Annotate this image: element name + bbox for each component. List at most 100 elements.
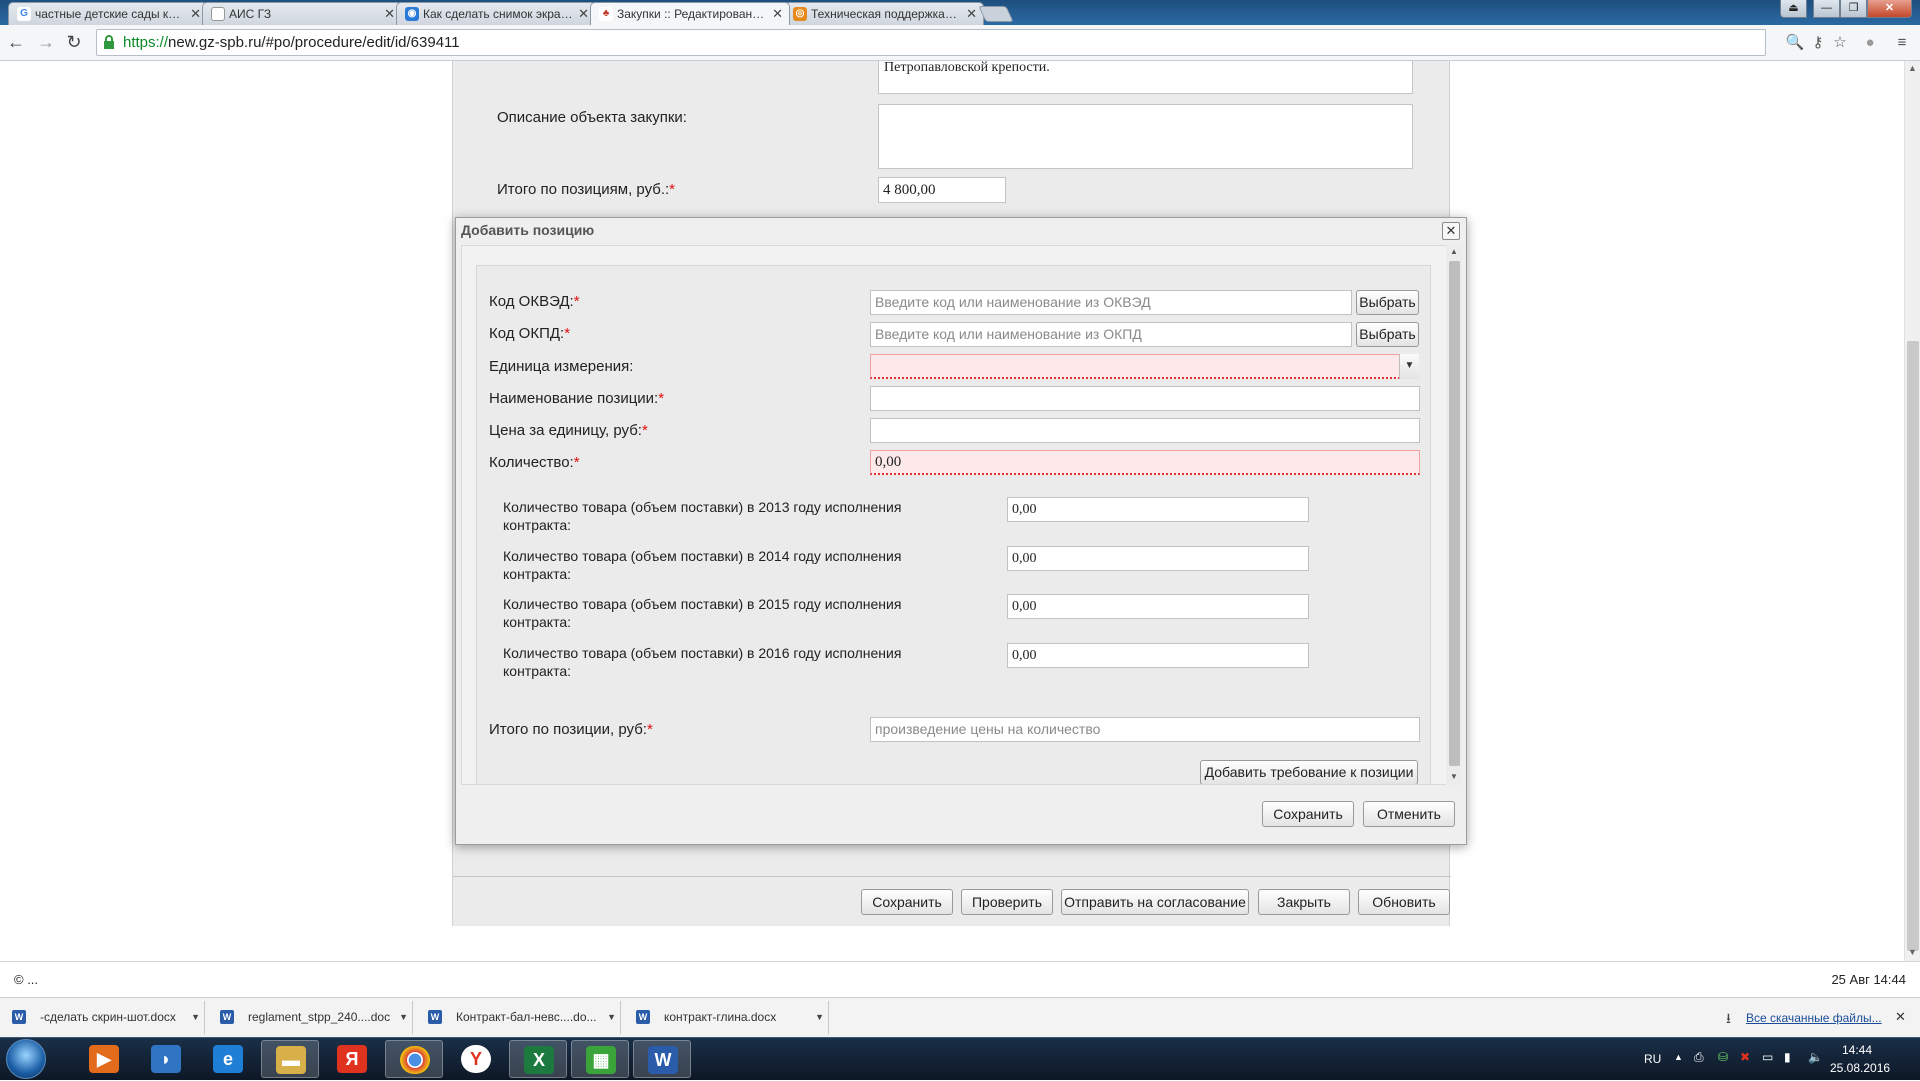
tab-tech-support[interactable]: ◎ Техническая поддержка… ✕ xyxy=(784,2,984,25)
forward-icon[interactable]: → xyxy=(34,31,58,55)
yandex-browser-icon: Y xyxy=(461,1045,491,1073)
chevron-down-icon[interactable]: ▼ xyxy=(399,1001,408,1034)
description-textarea[interactable] xyxy=(878,104,1413,169)
unit-select[interactable] xyxy=(870,354,1400,379)
chevron-down-icon[interactable]: ▼ xyxy=(1399,354,1419,379)
yearly-qty-2014-input[interactable]: 0,00 xyxy=(1007,546,1309,571)
profile-icon[interactable]: ⏏ xyxy=(1780,0,1807,18)
send-for-approval-button[interactable]: Отправить на согласование xyxy=(1061,889,1249,915)
refresh-button[interactable]: Обновить xyxy=(1358,889,1450,915)
download-item[interactable]: W -сделать скрин-шот.docx ▼ xyxy=(0,1001,205,1034)
play-icon: ▶ xyxy=(89,1045,119,1073)
battery-icon[interactable]: ▮ xyxy=(1784,1050,1791,1064)
yearly-qty-2015-input[interactable]: 0,00 xyxy=(1007,594,1309,619)
page-icon xyxy=(211,7,225,21)
position-name-input[interactable] xyxy=(870,386,1420,411)
scroll-down-icon[interactable]: ▼ xyxy=(1908,947,1917,957)
scroll-down-icon[interactable]: ▼ xyxy=(1450,772,1458,781)
menu-icon[interactable]: ≡ xyxy=(1892,34,1912,54)
download-item[interactable]: W Контракт-бал-невс....do... ▼ xyxy=(416,1001,621,1034)
scroll-up-icon[interactable]: ▲ xyxy=(1908,63,1917,73)
tab-screenshot-howto[interactable]: ◉ Как сделать снимок экра… ✕ xyxy=(396,2,596,25)
back-icon[interactable]: ← xyxy=(4,31,28,55)
dialog-scrollbar[interactable]: ▲ ▼ xyxy=(1446,245,1462,785)
save-button[interactable]: Сохранить xyxy=(861,889,953,915)
subject-textarea[interactable]: Петропавловской крепости. xyxy=(878,61,1413,94)
minimize-button[interactable]: — xyxy=(1813,0,1840,18)
volume-icon[interactable]: 🔈 xyxy=(1808,1050,1823,1064)
clock-date[interactable]: 25.08.2016 xyxy=(1830,1061,1890,1075)
chrome-icon xyxy=(400,1046,430,1074)
close-tab-icon[interactable]: ✕ xyxy=(384,6,395,22)
download-item[interactable]: Wконтракт-глина.docx ▼ xyxy=(624,1001,829,1034)
printer-icon[interactable]: ⎙ xyxy=(1694,1050,1704,1065)
close-icon[interactable]: ✕ xyxy=(1895,1009,1906,1025)
okved-input[interactable]: Введите код или наименование из ОКВЭД xyxy=(870,290,1352,315)
yandex-browser-app[interactable]: Y xyxy=(447,1040,505,1078)
chevron-down-icon[interactable]: ▼ xyxy=(191,1001,200,1034)
yandex-app[interactable]: Я xyxy=(323,1040,381,1078)
key-icon[interactable]: ⚷ xyxy=(1808,34,1828,54)
close-tab-icon[interactable]: ✕ xyxy=(578,6,589,22)
page-scrollbar[interactable]: ▲ ▼ xyxy=(1904,61,1920,961)
tab-ais-gz[interactable]: АИС ГЗ ✕ xyxy=(202,2,402,25)
antivirus-icon[interactable]: ✖ xyxy=(1740,1050,1750,1064)
tab-google-search[interactable]: G частные детские сады к… ✕ xyxy=(8,2,208,25)
close-tab-icon[interactable]: ✕ xyxy=(966,6,977,22)
unit-price-input[interactable] xyxy=(870,418,1420,443)
green-app[interactable]: ▦ xyxy=(571,1040,629,1078)
quantity-label: Количество:* xyxy=(489,454,580,471)
close-button[interactable]: Закрыть xyxy=(1258,889,1350,915)
display-icon[interactable]: ▭ xyxy=(1762,1050,1773,1064)
download-item[interactable]: Wreglament_stpp_240....doc ▼ xyxy=(208,1001,413,1034)
position-name-label: Наименование позиции:* xyxy=(489,390,665,407)
tab-procurement-edit[interactable]: ♣ Закупки :: Редактирован… ✕ xyxy=(590,2,790,25)
audio-app[interactable]: ◗ xyxy=(137,1040,195,1078)
yearly-qty-2016-input[interactable]: 0,00 xyxy=(1007,643,1309,668)
okpd-choose-button[interactable]: Выбрать xyxy=(1356,322,1419,347)
clock-time[interactable]: 14:44 xyxy=(1842,1043,1872,1057)
word-doc-icon: W xyxy=(220,1010,234,1024)
zoom-icon[interactable]: 🔍 xyxy=(1785,34,1805,54)
excel-app[interactable]: X xyxy=(509,1040,567,1078)
scrollbar-thumb[interactable] xyxy=(1449,261,1460,766)
okpd-input[interactable]: Введите код или наименование из ОКПД xyxy=(870,322,1352,347)
maximize-button[interactable]: ❐ xyxy=(1840,0,1867,18)
explorer-app[interactable]: ▬ xyxy=(261,1040,319,1078)
total-positions-field[interactable]: 4 800,00 xyxy=(878,177,1006,203)
check-button[interactable]: Проверить xyxy=(961,889,1053,915)
close-tab-icon[interactable]: ✕ xyxy=(190,6,201,22)
show-hidden-icons-icon[interactable]: ▲ xyxy=(1674,1052,1683,1062)
star-icon[interactable]: ☆ xyxy=(1830,34,1850,54)
add-requirement-button[interactable]: Добавить требование к позиции xyxy=(1200,760,1418,784)
address-bar[interactable]: https://new.gz-spb.ru/#po/procedure/edit… xyxy=(96,29,1766,56)
all-downloads-link[interactable]: Все скачанные файлы... xyxy=(1746,1011,1882,1025)
reload-icon[interactable]: ↻ xyxy=(62,31,86,55)
network-icon[interactable]: ⛁ xyxy=(1718,1050,1728,1064)
dialog-cancel-button[interactable]: Отменить xyxy=(1363,801,1455,827)
unit-label: Единица измерения: xyxy=(489,358,634,375)
internet-explorer-app[interactable]: e xyxy=(199,1040,257,1078)
language-indicator[interactable]: RU xyxy=(1644,1052,1661,1066)
scrollbar-thumb[interactable] xyxy=(1907,341,1919,951)
yearly-qty-2013-input[interactable]: 0,00 xyxy=(1007,497,1309,522)
window-controls: ⏏ — ❐ ✕ xyxy=(1780,0,1912,20)
okved-choose-button[interactable]: Выбрать xyxy=(1356,290,1419,315)
position-total-input[interactable]: произведение цены на количество xyxy=(870,717,1420,742)
close-tab-icon[interactable]: ✕ xyxy=(772,6,783,22)
scroll-up-icon[interactable]: ▲ xyxy=(1450,247,1458,256)
quantity-input[interactable]: 0,00 xyxy=(870,450,1420,475)
chrome-app[interactable] xyxy=(385,1040,443,1078)
word-app[interactable]: W xyxy=(633,1040,691,1078)
chevron-down-icon[interactable]: ▼ xyxy=(815,1001,824,1034)
extension-icon[interactable]: ● xyxy=(1860,34,1880,54)
start-button[interactable] xyxy=(6,1039,46,1079)
globe-icon: ◉ xyxy=(405,7,419,21)
media-player-app[interactable]: ▶ xyxy=(75,1040,133,1078)
close-icon[interactable]: ✕ xyxy=(1442,222,1460,240)
chevron-down-icon[interactable]: ▼ xyxy=(607,1001,616,1034)
yearly-qty-2016-label: Количество товара (объем поставки) в 201… xyxy=(503,645,902,679)
dialog-save-button[interactable]: Сохранить xyxy=(1262,801,1354,827)
yearly-qty-2013-label: Количество товара (объем поставки) в 201… xyxy=(503,499,902,533)
close-window-button[interactable]: ✕ xyxy=(1867,0,1912,18)
